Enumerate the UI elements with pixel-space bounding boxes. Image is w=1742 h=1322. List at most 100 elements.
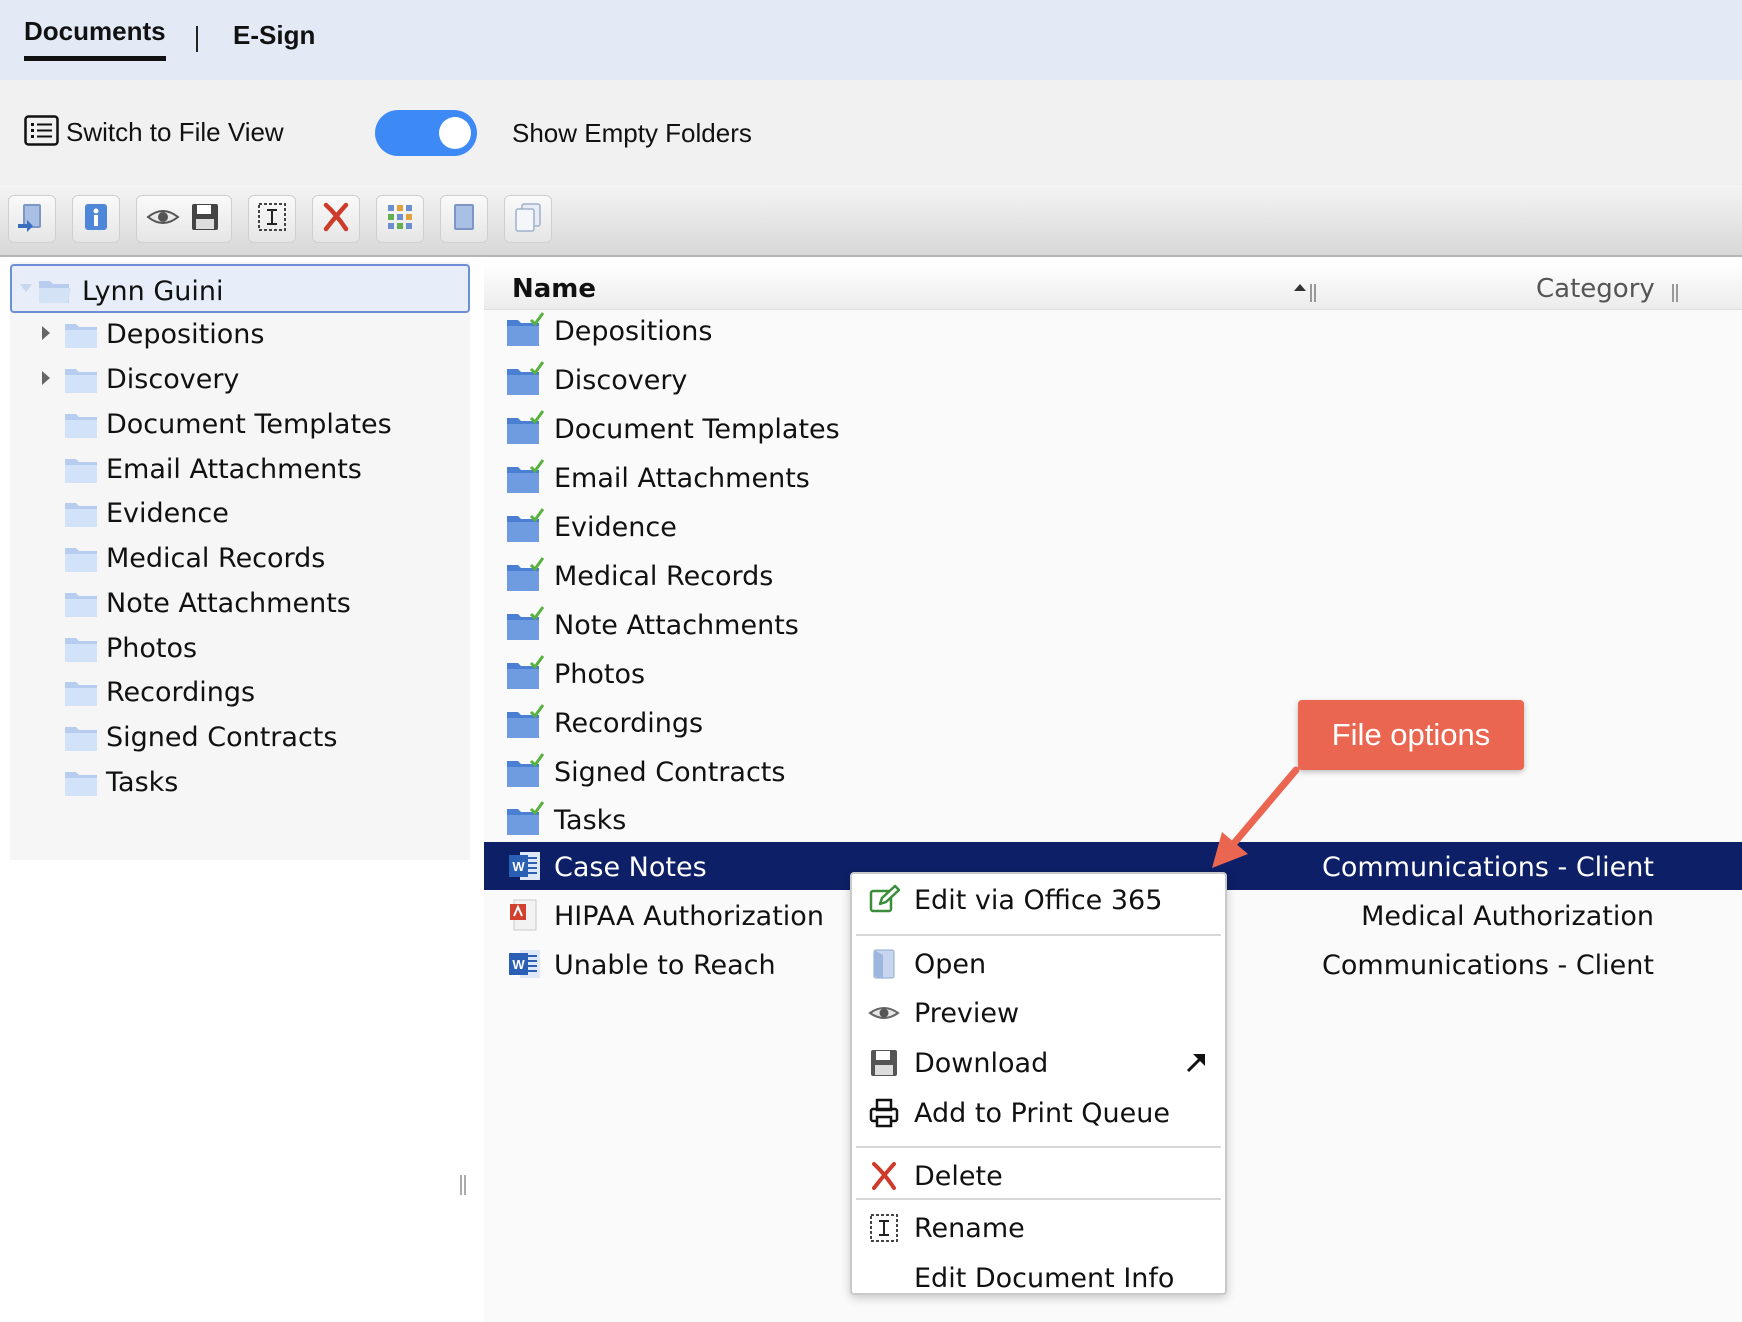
tree-root-label: Lynn Guini [82, 276, 224, 307]
sort-ascending-icon[interactable] [1294, 284, 1306, 291]
folder-icon [64, 455, 98, 485]
folder-icon [64, 499, 98, 529]
file-options-callout: File options [1298, 700, 1524, 770]
word-document-icon: W [506, 848, 544, 884]
delete-button[interactable] [312, 195, 360, 243]
list-folder-row[interactable]: Depositions [484, 306, 1742, 354]
synced-folder-icon [506, 508, 544, 544]
document-toolbar [0, 185, 1742, 257]
list-folder-row[interactable]: Tasks [484, 795, 1742, 843]
menu-item-delete[interactable]: Delete [852, 1152, 1225, 1200]
delete-x-icon [868, 1160, 900, 1192]
column-resize-handle[interactable] [1672, 284, 1678, 302]
menu-item-add-to-print-queue[interactable]: Add to Print Queue [852, 1089, 1225, 1137]
synced-folder-icon [506, 557, 544, 593]
list-folder-row[interactable]: Photos [484, 649, 1742, 697]
folder-icon [64, 678, 98, 708]
tree-item-discovery[interactable]: Discovery [10, 357, 470, 403]
list-folder-row[interactable]: Email Attachments [484, 453, 1742, 501]
menu-item-edit-office[interactable]: Edit via Office 365 [852, 876, 1225, 924]
collapse-caret-icon[interactable] [20, 284, 32, 292]
svg-text:W: W [512, 957, 525, 972]
tree-item-photos[interactable]: Photos [10, 626, 470, 672]
copy-button[interactable] [504, 195, 552, 243]
menu-item-edit-document-info[interactable]: Edit Document Info [852, 1254, 1225, 1302]
folder-icon [64, 634, 98, 664]
menu-item-rename[interactable]: Rename [852, 1204, 1225, 1252]
file-category: Medical Authorization [1361, 901, 1654, 932]
tree-item-recordings[interactable]: Recordings [10, 670, 470, 716]
pdf-document-icon [506, 897, 544, 933]
expand-arrow-icon[interactable] [42, 326, 50, 340]
document-button[interactable] [440, 195, 488, 243]
tree-item-signed-contracts[interactable]: Signed Contracts [10, 715, 470, 761]
tree-item-label: Depositions [106, 319, 265, 350]
tree-item-tasks[interactable]: Tasks [10, 760, 470, 806]
column-header-category[interactable]: Category [1536, 274, 1655, 304]
menu-item-label: Preview [914, 998, 1020, 1029]
folder-name: Note Attachments [554, 610, 799, 641]
list-folder-row[interactable]: Document Templates [484, 404, 1742, 452]
list-view-icon [24, 114, 59, 150]
list-folder-row[interactable]: Signed Contracts [484, 747, 1742, 795]
menu-item-download[interactable]: Download [852, 1039, 1225, 1087]
copy-icon [511, 200, 545, 238]
preview-save-button-group[interactable] [136, 195, 232, 243]
folder-icon [64, 320, 98, 350]
list-folder-row[interactable]: Discovery [484, 355, 1742, 403]
tree-item-label: Evidence [106, 498, 229, 529]
delete-icon [319, 200, 353, 238]
top-tab-bar: Documents E-Sign [0, 0, 1742, 80]
tree-item-evidence[interactable]: Evidence [10, 491, 470, 537]
eye-icon [142, 200, 184, 238]
expand-arrow-icon[interactable] [42, 371, 50, 385]
file-category: Communications - Client [1322, 852, 1654, 883]
grid-view-button[interactable] [376, 195, 424, 243]
folder-name: Discovery [554, 365, 688, 396]
upload-icon [15, 200, 49, 238]
synced-folder-icon [506, 606, 544, 642]
list-folder-row[interactable]: Recordings [484, 698, 1742, 746]
menu-item-open[interactable]: Open [852, 940, 1225, 988]
tab-divider [196, 26, 198, 52]
panel-resize-handle[interactable] [460, 1175, 468, 1195]
menu-separator [856, 934, 1221, 936]
list-folder-row[interactable]: Evidence [484, 502, 1742, 550]
column-resize-handle[interactable] [1310, 284, 1316, 302]
tree-item-medical-records[interactable]: Medical Records [10, 536, 470, 582]
list-folder-row[interactable]: Medical Records [484, 551, 1742, 599]
switch-to-file-view-button[interactable]: Switch to File View [24, 114, 284, 150]
column-header-name[interactable]: Name [512, 274, 596, 304]
menu-item-label: Add to Print Queue [914, 1098, 1170, 1129]
folder-tree: Lynn Guini Depositions Discovery Documen… [10, 262, 470, 860]
tree-item-document-templates[interactable]: Document Templates [10, 402, 470, 448]
tree-item-note-attachments[interactable]: Note Attachments [10, 581, 470, 627]
svg-text:W: W [512, 859, 525, 874]
tree-item-label: Document Templates [106, 409, 392, 440]
file-name: Case Notes [554, 852, 707, 883]
menu-item-preview[interactable]: Preview [852, 989, 1225, 1037]
tree-item-label: Recordings [106, 677, 256, 708]
synced-folder-icon [506, 312, 544, 348]
file-name: HIPAA Authorization [554, 901, 824, 932]
menu-item-label: Rename [914, 1213, 1025, 1244]
tab-documents[interactable]: Documents [24, 16, 166, 47]
list-folder-row[interactable]: Note Attachments [484, 600, 1742, 648]
menu-item-label: Download [914, 1048, 1049, 1079]
tree-root-client[interactable]: Lynn Guini [10, 264, 470, 313]
tab-esign[interactable]: E-Sign [233, 20, 315, 51]
rename-button[interactable] [248, 195, 296, 243]
rename-icon [868, 1212, 900, 1244]
folder-icon [64, 768, 98, 798]
synced-folder-icon [506, 361, 544, 397]
upload-button[interactable] [8, 195, 56, 243]
tree-item-email-attachments[interactable]: Email Attachments [10, 447, 470, 493]
show-empty-folders-label: Show Empty Folders [512, 118, 752, 148]
menu-separator [856, 1198, 1221, 1200]
show-empty-folders-toggle[interactable] [375, 110, 477, 156]
info-button[interactable] [72, 195, 120, 243]
edit-pencil-icon [868, 884, 900, 916]
tree-item-depositions[interactable]: Depositions [10, 312, 470, 358]
folder-icon [64, 365, 98, 395]
menu-item-label: Open [914, 949, 987, 980]
